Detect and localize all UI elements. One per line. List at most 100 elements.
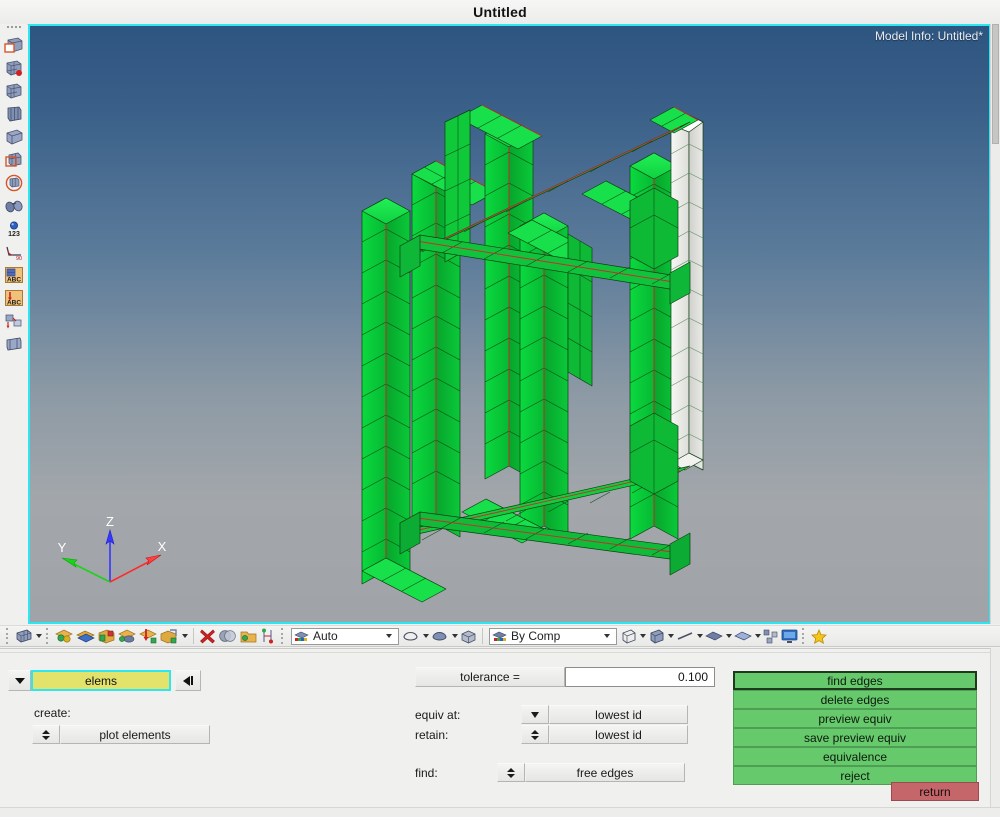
assembly-icon[interactable] [762, 626, 780, 646]
analysis-panel-icon[interactable] [1, 126, 26, 148]
retain-stepper[interactable] [521, 725, 549, 744]
find-edges-button[interactable]: find edges [733, 671, 977, 690]
shrink-elements-icon[interactable] [96, 626, 117, 646]
component-color-icon [492, 631, 507, 641]
create-row: plot elements [32, 725, 210, 744]
shape-select-icon[interactable] [401, 626, 421, 646]
tolerance-label[interactable]: tolerance = [415, 667, 565, 687]
mask-display-icon[interactable] [159, 626, 180, 646]
svg-text:Z: Z [106, 514, 114, 529]
color-mode-value: Auto [313, 629, 338, 643]
delete-edges-button[interactable]: delete edges [733, 690, 977, 709]
shaded-surface-dropdown[interactable] [450, 627, 459, 645]
retain-value[interactable]: lowest id [549, 725, 688, 744]
solid-display-dropdown[interactable] [753, 627, 762, 645]
surface-display-icon[interactable] [704, 626, 724, 646]
retain-label: retain: [415, 727, 449, 742]
shaded-surface-icon[interactable] [430, 626, 450, 646]
find-attached-icon[interactable] [259, 626, 278, 646]
display-mode-combo[interactable]: By Comp [489, 627, 617, 645]
favorite-star-icon[interactable] [810, 626, 828, 646]
wireframe-icon[interactable] [619, 626, 638, 646]
toolbar-grip [6, 26, 21, 32]
entity-type-field[interactable]: elems [31, 670, 171, 691]
line-display-icon[interactable] [675, 626, 695, 646]
morph-panel-icon[interactable] [1, 310, 26, 332]
color-mode-combo[interactable]: Auto [291, 627, 399, 645]
mesh-display-dropdown[interactable] [34, 627, 43, 645]
3d-mesh-panel-icon[interactable] [1, 80, 26, 102]
find-row: find: free edges [415, 763, 685, 782]
viewport-scrollbar[interactable] [990, 24, 1000, 624]
toolbar-grip-1[interactable] [6, 628, 11, 644]
title-bar: Untitled [0, 0, 1000, 25]
surface-display-dropdown[interactable] [724, 627, 733, 645]
return-button[interactable]: return [891, 782, 979, 801]
save-preview-equiv-button[interactable]: save preview equiv [733, 728, 977, 747]
entity-selector-row: elems [8, 670, 201, 691]
color-palette-icon [294, 631, 309, 641]
geometry-display-icon[interactable] [75, 626, 96, 646]
equiv-at-value[interactable]: lowest id [549, 705, 688, 724]
shape-select-dropdown[interactable] [421, 627, 430, 645]
equiv-at-label: equiv at: [415, 707, 461, 722]
toolbar-grip-4[interactable] [802, 628, 807, 644]
geometry-panel-icon[interactable] [1, 34, 26, 56]
axis-x: X [109, 539, 167, 583]
display-toolbar: Auto By Comp [0, 625, 1000, 647]
mask-delete-icon[interactable] [198, 626, 217, 646]
unmask-icon[interactable] [238, 626, 259, 646]
tolerance-row: tolerance = 0.100 [415, 667, 715, 687]
abc-load-icon[interactable]: ABC [1, 287, 26, 309]
viewport-canvas[interactable]: Model Info: Untitled* Z Y X [30, 26, 989, 622]
mesh-display-icon[interactable] [14, 626, 34, 646]
shaded-icon[interactable] [647, 626, 666, 646]
equiv-at-row: equiv at: lowest id [415, 705, 688, 724]
create-option-value[interactable]: plot elements [60, 725, 210, 744]
display-mode-chevron-down-icon[interactable] [604, 634, 610, 638]
scrollbar-thumb[interactable] [992, 24, 999, 144]
tolerance-input[interactable]: 0.100 [565, 667, 715, 687]
wireframe-dropdown[interactable] [638, 627, 647, 645]
components-display-icon[interactable] [54, 626, 75, 646]
equivalence-button[interactable]: equivalence [733, 747, 977, 766]
equiv-at-dropdown[interactable] [521, 705, 549, 724]
status-bar [0, 807, 1000, 817]
line-display-dropdown[interactable] [695, 627, 704, 645]
find-value[interactable]: free edges [525, 763, 685, 782]
mesh-edit-panel-icon[interactable] [1, 103, 26, 125]
tool-panel-icon[interactable] [1, 172, 26, 194]
color-mode-chevron-down-icon[interactable] [386, 634, 392, 638]
binocular-icon[interactable] [1, 195, 26, 217]
reset-selection-button[interactable] [175, 670, 201, 691]
create-option-stepper[interactable] [32, 725, 60, 744]
axis-z: Z [105, 514, 115, 582]
entity-type-dropdown[interactable] [8, 670, 31, 691]
graphics-viewport[interactable]: Model Info: Untitled* Z Y X [28, 24, 991, 624]
return-button-wrap: return [891, 782, 979, 801]
preview-equiv-button[interactable]: preview equiv [733, 709, 977, 728]
toolbar-grip-2[interactable] [46, 628, 51, 644]
axis-triad: Z Y X [58, 514, 167, 583]
toolbar-grip-3[interactable] [281, 628, 286, 644]
monitor-icon[interactable] [780, 626, 799, 646]
find-stepper[interactable] [497, 763, 525, 782]
solid-display-icon[interactable] [733, 626, 753, 646]
mesh-quality-panel-icon[interactable] [1, 149, 26, 171]
element-normals-icon[interactable] [117, 626, 138, 646]
measure-angle-icon[interactable]: 90 [1, 241, 26, 263]
svg-text:Y: Y [58, 540, 67, 555]
shaded-dropdown[interactable] [666, 627, 675, 645]
mask-display-dropdown[interactable] [180, 627, 189, 645]
post-panel-icon[interactable] [1, 333, 26, 355]
mesh-joint-right-lower [629, 412, 679, 495]
abc-card-icon[interactable]: ABC [1, 264, 26, 286]
node-numbering-icon[interactable]: 123 [1, 218, 26, 240]
edges-panel: elems create: plot elements tolerance = … [0, 648, 1000, 809]
2d-mesh-panel-icon[interactable] [1, 57, 26, 79]
spheres-icon[interactable] [217, 626, 238, 646]
solid-box-icon[interactable] [459, 626, 478, 646]
load-display-icon[interactable] [138, 626, 159, 646]
toolbar-separator-1 [193, 628, 194, 644]
find-label: find: [415, 765, 438, 780]
